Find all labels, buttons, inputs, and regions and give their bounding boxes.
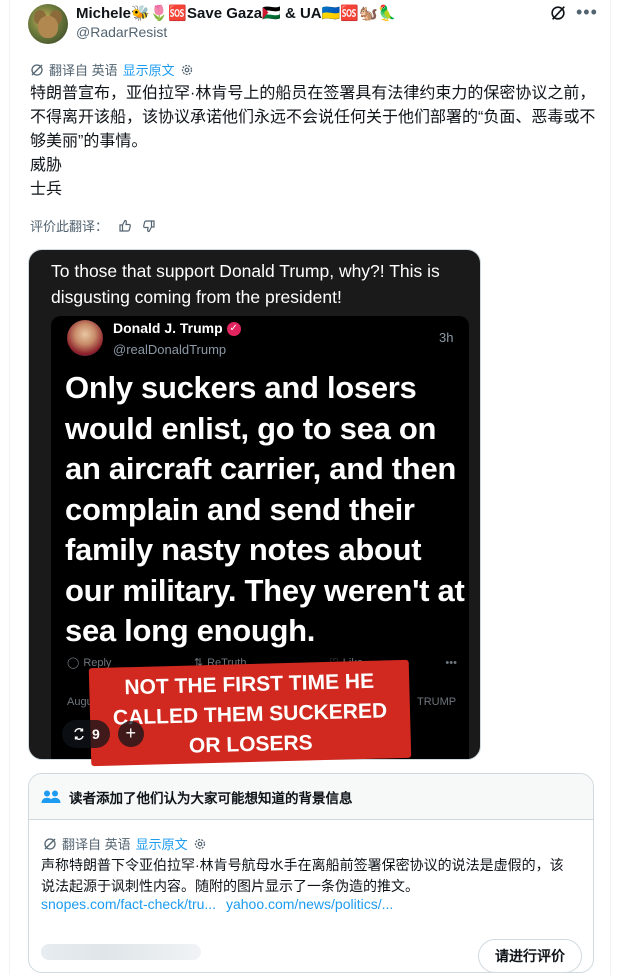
community-note: 读者添加了他们认为大家可能想知道的背景信息 翻译自 英语 显示原文 声称特朗普下… xyxy=(28,773,594,973)
translate-icon xyxy=(31,63,43,76)
embedded-trump-fragment: TRUMP xyxy=(417,696,457,708)
author-avatar[interactable] xyxy=(28,4,68,44)
people-icon xyxy=(41,790,61,803)
thumbs-up-icon[interactable] xyxy=(118,219,132,233)
embedded-reply-label: Reply xyxy=(83,656,112,669)
add-icon[interactable]: + xyxy=(117,721,144,747)
translate-icon xyxy=(44,837,56,850)
repost-count-pill[interactable]: 9 xyxy=(62,720,110,748)
red-banner-overlay: NOT THE FIRST TIME HE CALLED THEM SUCKER… xyxy=(88,659,412,767)
rate-translation-label: 评价此翻译： xyxy=(30,219,109,234)
timeline-border-right xyxy=(610,0,611,975)
note-translate-bar: 翻译自 英语 显示原文 xyxy=(43,834,207,853)
thumbs-down-icon[interactable] xyxy=(142,219,156,233)
community-note-header: 读者添加了他们认为大家可能想知道的背景信息 xyxy=(29,774,593,820)
community-note-title: 读者添加了他们认为大家可能想知道的背景信息 xyxy=(69,790,353,806)
blurred-placeholder xyxy=(41,944,201,960)
author-handle[interactable]: @RadarResist xyxy=(76,24,167,40)
note-source-links: snopes.com/fact-check/tru... yahoo.com/n… xyxy=(41,896,393,912)
media-controls: 9 + xyxy=(62,720,144,748)
embedded-quote-text: Only suckers and losers would enlist, go… xyxy=(65,370,465,648)
tweet-text-line: 士兵 xyxy=(30,181,63,198)
rate-translation-row: 评价此翻译： xyxy=(30,216,156,235)
grok-icon[interactable] xyxy=(549,4,567,22)
reply-icon: ◯ xyxy=(67,657,80,669)
translated-from-label: 翻译自 英语 xyxy=(49,63,118,78)
embedded-more-icon: ••• xyxy=(445,656,457,669)
show-original-link[interactable]: 显示原文 xyxy=(123,60,175,79)
tweet-text-line: 特朗普宣布，亚伯拉罕·林肯号上的船员在签署具有法律约束力的保密协议之前，不得离开… xyxy=(30,85,596,150)
tweet-text-line: 威胁 xyxy=(30,157,63,174)
tweet-text: 特朗普宣布，亚伯拉罕·林肯号上的船员在签署具有法律约束力的保密协议之前，不得离开… xyxy=(30,82,600,202)
embedded-avatar xyxy=(67,320,103,356)
author-display-name[interactable]: Michele🐝🌷🆘Save Gaza🇵🇸 & UA🇺🇦🆘🐿️🦜 xyxy=(76,4,396,22)
community-note-body: 声称特朗普下令亚伯拉罕·林肯号航母水手在离船前签署保密协议的说法是虚假的，该说法… xyxy=(41,857,564,894)
rate-note-button[interactable]: 请进行评价 xyxy=(478,939,582,972)
media-caption: To those that support Donald Trump, why?… xyxy=(51,261,440,307)
note-source-link-yahoo[interactable]: yahoo.com/news/politics/... xyxy=(226,896,393,912)
more-options-icon[interactable]: ••• xyxy=(576,2,598,23)
embedded-author-handle: @realDonaldTrump xyxy=(113,342,227,357)
repost-count: 9 xyxy=(92,726,100,742)
refresh-icon xyxy=(74,728,84,740)
verified-badge-icon: ✓ xyxy=(226,322,241,337)
settings-gear-icon[interactable] xyxy=(193,837,207,851)
timeline-border-left xyxy=(9,0,10,975)
note-show-original-link[interactable]: 显示原文 xyxy=(136,834,188,853)
embedded-timestamp: 3h xyxy=(439,330,454,345)
note-source-link-snopes[interactable]: snopes.com/fact-check/tru... xyxy=(41,896,216,912)
translate-bar: 翻译自 英语 显示原文 xyxy=(30,60,194,79)
settings-gear-icon[interactable] xyxy=(180,63,194,77)
embedded-author-name: Donald J. Trump ✓ xyxy=(113,320,241,337)
avatar-face xyxy=(38,16,58,38)
embedded-author-name-text: Donald J. Trump xyxy=(113,320,223,336)
note-translated-from-label: 翻译自 英语 xyxy=(62,837,131,852)
